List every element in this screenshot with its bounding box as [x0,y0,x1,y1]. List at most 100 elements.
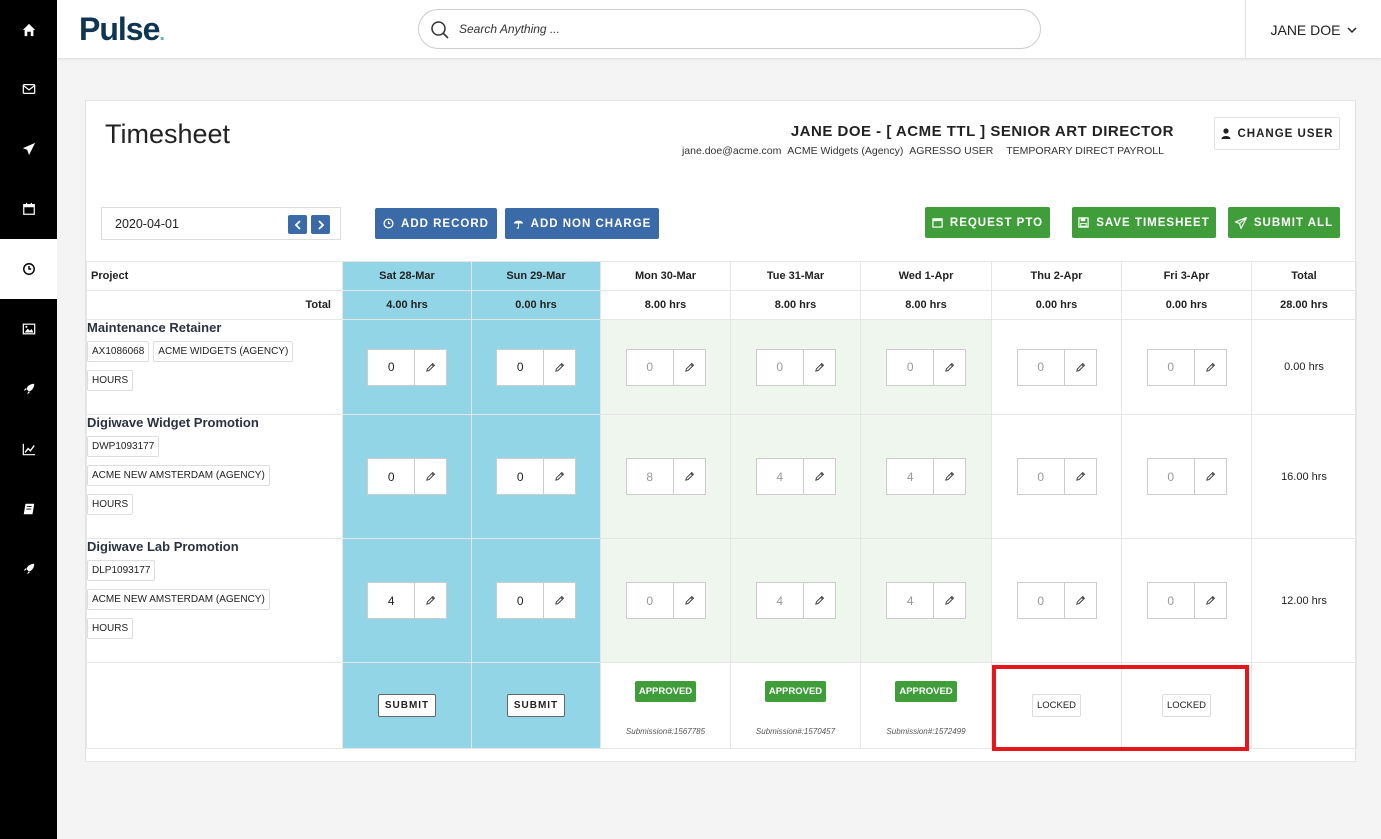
page-title: Timesheet [105,119,231,149]
footer-empty [86,662,343,749]
sidebar-item-images[interactable] [0,299,57,359]
project-column-header: Project [86,261,343,291]
hours-input[interactable]: 4 [757,583,804,618]
edit-hours-button[interactable] [544,459,575,494]
hours-input[interactable]: 0 [757,349,804,385]
hours-input-group: 0 [1146,458,1227,495]
row-total: 16.00 hrs [1251,414,1357,539]
hours-cell: 0 [860,319,992,415]
edit-hours-button[interactable] [415,583,446,618]
hours-input[interactable]: 0 [497,459,545,494]
sidebar-item-docs[interactable] [0,479,57,539]
project-name[interactable]: Digiwave Widget Promotion [87,415,342,430]
hours-input[interactable]: 8 [627,459,674,494]
sidebar-item-launch-2[interactable] [0,539,57,599]
hours-input[interactable]: 0 [627,349,674,385]
hours-input[interactable]: 4 [368,583,416,618]
pencil-icon [426,362,436,372]
edit-hours-button[interactable] [934,350,965,385]
change-user-label: CHANGE USER [1237,127,1334,140]
pencil-icon [555,362,565,372]
edit-hours-button[interactable] [934,583,965,618]
pencil-icon [814,595,824,605]
hours-input[interactable]: 4 [887,583,935,618]
submit-day-button[interactable]: SUBMIT [506,694,566,717]
edit-hours-button[interactable] [804,350,835,385]
request-pto-button[interactable]: REQUEST PTO [925,207,1050,238]
hours-input[interactable]: 4 [757,459,804,494]
hours-input[interactable]: 0 [1148,583,1195,618]
sidebar-item-mail[interactable] [0,59,57,119]
hours-input[interactable]: 0 [1018,459,1065,494]
edit-hours-button[interactable] [1195,583,1226,618]
edit-hours-button[interactable] [1065,583,1096,618]
calendar-icon [22,202,35,215]
hours-input[interactable]: 0 [497,583,545,618]
next-week-button[interactable] [311,215,330,234]
hours-input[interactable]: 0 [368,459,416,494]
edit-hours-button[interactable] [544,350,575,385]
hours-cell: 0 [730,319,861,415]
sidebar-item-send[interactable] [0,119,57,179]
table-row: Digiwave Lab Promotion DLP1093177 ACME NEW… [86,538,1357,663]
sidebar-item-launch[interactable] [0,359,57,419]
save-timesheet-button[interactable]: SAVE TIMESHEET [1072,207,1216,238]
search-input[interactable] [459,18,1019,40]
day-total: 8.00 hrs [860,290,992,320]
edit-hours-button[interactable] [674,583,705,618]
edit-hours-button[interactable] [415,350,446,385]
hours-input[interactable]: 0 [887,349,935,385]
day-header: Fri 3-Apr [1121,261,1252,291]
add-record-button[interactable]: ADD RECORD [375,208,497,239]
user-payroll: TEMPORARY DIRECT PAYROLL [1006,145,1164,157]
submit-all-button[interactable]: SUBMIT ALL [1228,207,1340,238]
timesheet-card: Timesheet JANE DOE - [ ACME TTL ] SENIOR… [85,100,1357,762]
image-icon [22,323,35,335]
project-name[interactable]: Maintenance Retainer [87,320,342,335]
edit-hours-button[interactable] [544,583,575,618]
grand-total: 28.00 hrs [1251,290,1357,320]
sidebar-item-calendar[interactable] [0,179,57,239]
edit-hours-button[interactable] [1195,350,1226,385]
edit-hours-button[interactable] [804,583,835,618]
change-user-button[interactable]: CHANGE USER [1214,117,1340,150]
hours-cell: 4 [730,414,861,539]
pencil-icon [1075,362,1085,372]
sidebar-item-timesheet[interactable] [0,239,57,299]
hours-input-group: 0 [496,348,576,386]
edit-hours-button[interactable] [1065,459,1096,494]
project-name[interactable]: Digiwave Lab Promotion [87,539,342,554]
edit-hours-button[interactable] [674,459,705,494]
search-bar[interactable] [418,9,1041,49]
edit-hours-button[interactable] [804,459,835,494]
hours-input[interactable]: 0 [497,349,545,385]
hours-input[interactable]: 0 [1148,349,1195,385]
edit-hours-button[interactable] [674,350,705,385]
submit-day-button[interactable]: SUBMIT [377,694,437,717]
hours-input[interactable]: 0 [1018,349,1065,385]
edit-hours-button[interactable] [415,459,446,494]
user-menu[interactable]: JANE DOE [1245,0,1381,59]
date-picker[interactable]: 2020-04-01 [101,207,341,240]
edit-hours-button[interactable] [1065,350,1096,385]
sidebar-item-reports[interactable] [0,419,57,479]
hours-input[interactable]: 0 [1018,583,1065,618]
hours-input[interactable]: 0 [627,583,674,618]
footer-cell: SUBMIT [471,662,601,749]
edit-hours-button[interactable] [1195,459,1226,494]
sidebar-item-home[interactable] [0,0,57,60]
logo[interactable]: Pulse. [79,11,165,48]
hours-input[interactable]: 4 [887,459,935,494]
hours-input-group: 0 [496,458,576,495]
pencil-icon [1075,595,1085,605]
hours-input[interactable]: 0 [1148,459,1195,494]
edit-hours-button[interactable] [934,459,965,494]
hours-cell: 0 [471,414,601,539]
rocket-icon [23,563,34,575]
user-org: ACME Widgets (Agency) [787,145,904,157]
add-non-charge-button[interactable]: ADD NON CHARGE [505,208,659,239]
project-tag: HOURS [87,494,134,515]
hours-input[interactable]: 0 [368,349,416,385]
hours-input-group: 4 [886,582,966,619]
prev-week-button[interactable] [288,215,307,234]
